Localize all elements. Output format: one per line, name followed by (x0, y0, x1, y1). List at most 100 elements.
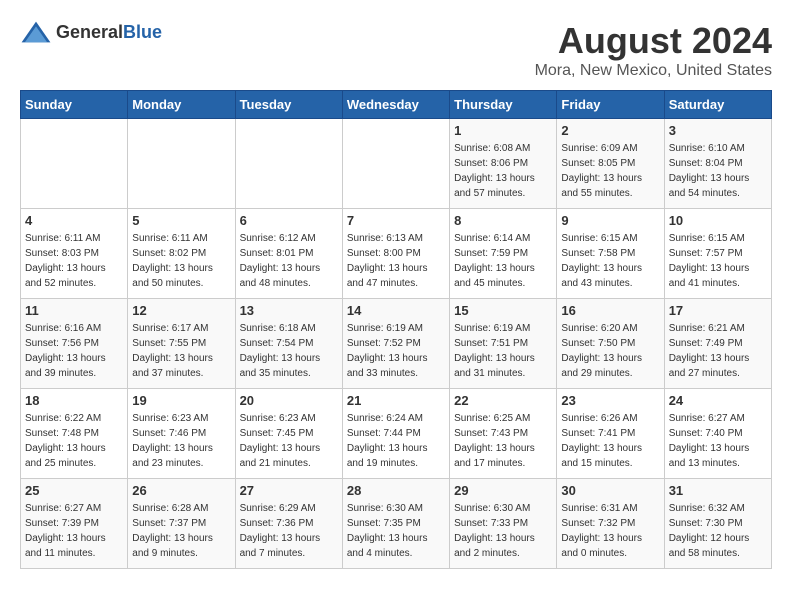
day-info: Sunrise: 6:08 AM Sunset: 8:06 PM Dayligh… (454, 141, 552, 201)
day-number: 10 (669, 213, 767, 228)
day-info: Sunrise: 6:27 AM Sunset: 7:40 PM Dayligh… (669, 411, 767, 471)
day-number: 28 (347, 483, 445, 498)
calendar-week-3: 11Sunrise: 6:16 AM Sunset: 7:56 PM Dayli… (21, 299, 772, 389)
location: Mora, New Mexico, United States (535, 62, 772, 80)
day-info: Sunrise: 6:22 AM Sunset: 7:48 PM Dayligh… (25, 411, 123, 471)
day-info: Sunrise: 6:12 AM Sunset: 8:01 PM Dayligh… (240, 231, 338, 291)
day-number: 31 (669, 483, 767, 498)
calendar-cell: 21 Sunrise: 6:24 AM Sunset: 7:44 PM Dayli… (342, 389, 449, 479)
calendar-week-2: 4Sunrise: 6:11 AM Sunset: 8:03 PM Daylig… (21, 209, 772, 299)
day-header-saturday: Saturday (664, 91, 771, 119)
day-info: Sunrise: 6:25 AM Sunset: 7:43 PM Dayligh… (454, 411, 552, 471)
day-info: Sunrise: 6:26 AM Sunset: 7:41 PM Dayligh… (561, 411, 659, 471)
calendar-cell: 12Sunrise: 6:17 AM Sunset: 7:55 PM Dayli… (128, 299, 235, 389)
day-info: Sunrise: 6:28 AM Sunset: 7:37 PM Dayligh… (132, 501, 230, 561)
day-number: 14 (347, 303, 445, 318)
calendar-cell (128, 119, 235, 209)
day-info: Sunrise: 6:15 AM Sunset: 7:57 PM Dayligh… (669, 231, 767, 291)
day-number: 5 (132, 213, 230, 228)
day-info: Sunrise: 6:11 AM Sunset: 8:03 PM Dayligh… (25, 231, 123, 291)
day-number: 13 (240, 303, 338, 318)
calendar-cell: 27 Sunrise: 6:29 AM Sunset: 7:36 PM Dayli… (235, 479, 342, 569)
day-number: 2 (561, 123, 659, 138)
day-info: Sunrise: 6:30 AM Sunset: 7:35 PM Dayligh… (347, 501, 445, 561)
calendar-table: SundayMondayTuesdayWednesdayThursdayFrid… (20, 90, 772, 569)
calendar-header-row: SundayMondayTuesdayWednesdayThursdayFrid… (21, 91, 772, 119)
day-info: Sunrise: 6:27 AM Sunset: 7:39 PM Dayligh… (25, 501, 123, 561)
calendar-cell: 22 Sunrise: 6:25 AM Sunset: 7:43 PM Dayli… (450, 389, 557, 479)
calendar-cell: 17 Sunrise: 6:21 AM Sunset: 7:49 PM Dayli… (664, 299, 771, 389)
day-header-tuesday: Tuesday (235, 91, 342, 119)
calendar-week-1: 1 Sunrise: 6:08 AM Sunset: 8:06 PM Daylig… (21, 119, 772, 209)
calendar-cell: 28 Sunrise: 6:30 AM Sunset: 7:35 PM Dayli… (342, 479, 449, 569)
calendar-cell: 24 Sunrise: 6:27 AM Sunset: 7:40 PM Dayli… (664, 389, 771, 479)
calendar-cell: 30 Sunrise: 6:31 AM Sunset: 7:32 PM Dayli… (557, 479, 664, 569)
day-number: 24 (669, 393, 767, 408)
calendar-cell (21, 119, 128, 209)
day-number: 27 (240, 483, 338, 498)
calendar-week-5: 25Sunrise: 6:27 AM Sunset: 7:39 PM Dayli… (21, 479, 772, 569)
calendar-cell: 5 Sunrise: 6:11 AM Sunset: 8:02 PM Daylig… (128, 209, 235, 299)
day-number: 17 (669, 303, 767, 318)
day-info: Sunrise: 6:13 AM Sunset: 8:00 PM Dayligh… (347, 231, 445, 291)
calendar-cell: 29 Sunrise: 6:30 AM Sunset: 7:33 PM Dayli… (450, 479, 557, 569)
day-info: Sunrise: 6:31 AM Sunset: 7:32 PM Dayligh… (561, 501, 659, 561)
logo-icon (20, 20, 52, 44)
calendar-cell: 25Sunrise: 6:27 AM Sunset: 7:39 PM Dayli… (21, 479, 128, 569)
day-info: Sunrise: 6:23 AM Sunset: 7:45 PM Dayligh… (240, 411, 338, 471)
day-info: Sunrise: 6:19 AM Sunset: 7:51 PM Dayligh… (454, 321, 552, 381)
day-info: Sunrise: 6:20 AM Sunset: 7:50 PM Dayligh… (561, 321, 659, 381)
day-number: 21 (347, 393, 445, 408)
day-number: 20 (240, 393, 338, 408)
day-number: 29 (454, 483, 552, 498)
day-number: 30 (561, 483, 659, 498)
calendar-cell: 23 Sunrise: 6:26 AM Sunset: 7:41 PM Dayli… (557, 389, 664, 479)
day-info: Sunrise: 6:14 AM Sunset: 7:59 PM Dayligh… (454, 231, 552, 291)
day-info: Sunrise: 6:09 AM Sunset: 8:05 PM Dayligh… (561, 141, 659, 201)
page-header: GeneralBlue August 2024 Mora, New Mexico… (20, 20, 772, 80)
calendar-cell: 6 Sunrise: 6:12 AM Sunset: 8:01 PM Daylig… (235, 209, 342, 299)
day-info: Sunrise: 6:18 AM Sunset: 7:54 PM Dayligh… (240, 321, 338, 381)
day-info: Sunrise: 6:29 AM Sunset: 7:36 PM Dayligh… (240, 501, 338, 561)
day-info: Sunrise: 6:11 AM Sunset: 8:02 PM Dayligh… (132, 231, 230, 291)
day-info: Sunrise: 6:19 AM Sunset: 7:52 PM Dayligh… (347, 321, 445, 381)
day-info: Sunrise: 6:30 AM Sunset: 7:33 PM Dayligh… (454, 501, 552, 561)
day-header-sunday: Sunday (21, 91, 128, 119)
calendar-cell: 8Sunrise: 6:14 AM Sunset: 7:59 PM Daylig… (450, 209, 557, 299)
day-number: 15 (454, 303, 552, 318)
day-header-friday: Friday (557, 91, 664, 119)
calendar-cell: 2 Sunrise: 6:09 AM Sunset: 8:05 PM Daylig… (557, 119, 664, 209)
day-header-thursday: Thursday (450, 91, 557, 119)
calendar-cell: 1 Sunrise: 6:08 AM Sunset: 8:06 PM Daylig… (450, 119, 557, 209)
calendar-cell: 20 Sunrise: 6:23 AM Sunset: 7:45 PM Dayli… (235, 389, 342, 479)
calendar-cell: 19 Sunrise: 6:23 AM Sunset: 7:46 PM Dayli… (128, 389, 235, 479)
day-info: Sunrise: 6:23 AM Sunset: 7:46 PM Dayligh… (132, 411, 230, 471)
day-number: 18 (25, 393, 123, 408)
day-info: Sunrise: 6:21 AM Sunset: 7:49 PM Dayligh… (669, 321, 767, 381)
calendar-cell: 26Sunrise: 6:28 AM Sunset: 7:37 PM Dayli… (128, 479, 235, 569)
day-number: 19 (132, 393, 230, 408)
day-number: 1 (454, 123, 552, 138)
month-title: August 2024 (535, 20, 772, 62)
calendar-cell: 13 Sunrise: 6:18 AM Sunset: 7:54 PM Dayli… (235, 299, 342, 389)
day-info: Sunrise: 6:17 AM Sunset: 7:55 PM Dayligh… (132, 321, 230, 381)
day-info: Sunrise: 6:10 AM Sunset: 8:04 PM Dayligh… (669, 141, 767, 201)
calendar-cell: 3 Sunrise: 6:10 AM Sunset: 8:04 PM Daylig… (664, 119, 771, 209)
calendar-cell: 9Sunrise: 6:15 AM Sunset: 7:58 PM Daylig… (557, 209, 664, 299)
day-number: 9 (561, 213, 659, 228)
calendar-cell: 11Sunrise: 6:16 AM Sunset: 7:56 PM Dayli… (21, 299, 128, 389)
day-number: 22 (454, 393, 552, 408)
day-number: 6 (240, 213, 338, 228)
day-header-monday: Monday (128, 91, 235, 119)
day-info: Sunrise: 6:16 AM Sunset: 7:56 PM Dayligh… (25, 321, 123, 381)
calendar-cell (235, 119, 342, 209)
day-info: Sunrise: 6:24 AM Sunset: 7:44 PM Dayligh… (347, 411, 445, 471)
day-number: 3 (669, 123, 767, 138)
day-number: 7 (347, 213, 445, 228)
calendar-cell: 4Sunrise: 6:11 AM Sunset: 8:03 PM Daylig… (21, 209, 128, 299)
title-block: August 2024 Mora, New Mexico, United Sta… (535, 20, 772, 80)
calendar-week-4: 18 Sunrise: 6:22 AM Sunset: 7:48 PM Dayli… (21, 389, 772, 479)
day-number: 16 (561, 303, 659, 318)
day-number: 23 (561, 393, 659, 408)
logo-blue: Blue (123, 22, 162, 42)
